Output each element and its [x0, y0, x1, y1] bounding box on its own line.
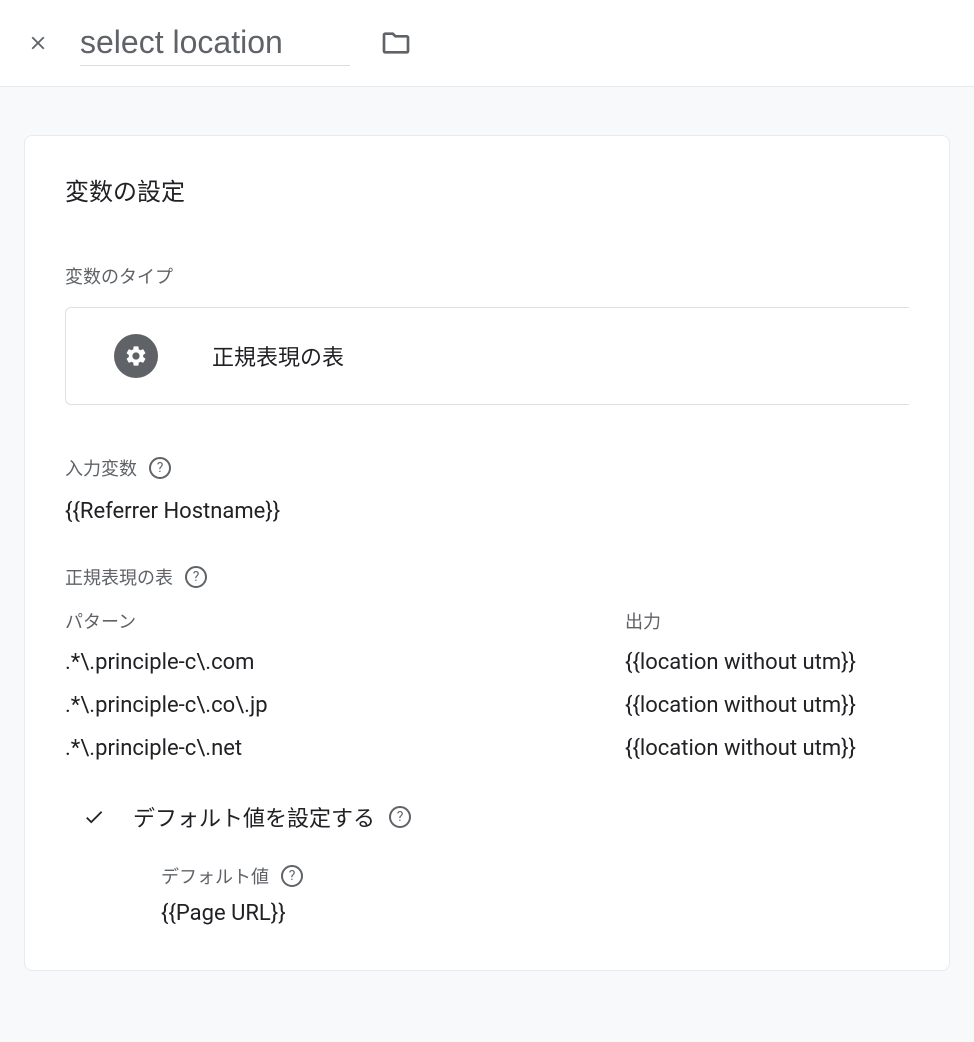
table-row: .*\.principle-c\.net {{location without … — [65, 736, 909, 761]
title-input[interactable] — [80, 20, 350, 66]
default-value: {{Page URL}} — [161, 901, 909, 926]
pattern-cell: .*\.principle-c\.co\.jp — [65, 693, 625, 718]
input-variable-value: {{Referrer Hostname}} — [65, 499, 909, 524]
default-checkbox-label: デフォルト値を設定する ? — [133, 801, 411, 833]
folder-icon — [378, 27, 414, 59]
default-value-label-text: デフォルト値 — [161, 863, 269, 889]
table-row: .*\.principle-c\.com {{location without … — [65, 650, 909, 675]
input-variable-label-text: 入力変数 — [65, 455, 137, 481]
variable-type-label: 変数のタイプ — [65, 263, 909, 289]
gear-icon-circle — [114, 334, 158, 378]
default-checkbox-label-text: デフォルト値を設定する — [133, 801, 375, 833]
content-area: 変数の設定 変数のタイプ 正規表現の表 入力変数 ? {{Referrer Ho… — [0, 87, 974, 971]
variable-type-value: 正規表現の表 — [212, 340, 344, 372]
section-title: 変数の設定 — [65, 172, 909, 207]
variable-type-selector[interactable]: 正規表現の表 — [65, 307, 909, 405]
default-value-section: デフォルト値 ? {{Page URL}} — [65, 863, 909, 926]
pattern-cell: .*\.principle-c\.net — [65, 736, 625, 761]
regex-table-section: 正規表現の表 ? パターン 出力 .*\.principle-c\.com {{… — [65, 564, 909, 926]
output-cell: {{location without utm}} — [625, 650, 909, 675]
regex-table-label: 正規表現の表 ? — [65, 564, 909, 590]
variable-config-card: 変数の設定 変数のタイプ 正規表現の表 入力変数 ? {{Referrer Ho… — [24, 135, 950, 971]
pattern-cell: .*\.principle-c\.com — [65, 650, 625, 675]
default-value-label: デフォルト値 ? — [161, 863, 909, 889]
column-header-pattern: パターン — [65, 608, 625, 634]
close-icon — [27, 32, 49, 54]
column-header-output: 出力 — [625, 608, 909, 634]
folder-button[interactable] — [378, 27, 414, 59]
output-cell: {{location without utm}} — [625, 736, 909, 761]
help-icon[interactable]: ? — [149, 457, 171, 479]
regex-table-label-text: 正規表現の表 — [65, 564, 173, 590]
help-icon[interactable]: ? — [281, 865, 303, 887]
table-header: パターン 出力 — [65, 608, 909, 634]
gear-icon — [124, 344, 148, 368]
output-cell: {{location without utm}} — [625, 693, 909, 718]
table-row: .*\.principle-c\.co\.jp {{location witho… — [65, 693, 909, 718]
header-bar — [0, 0, 974, 87]
help-icon[interactable]: ? — [389, 806, 411, 828]
default-value-checkbox-row[interactable]: デフォルト値を設定する ? — [65, 801, 909, 833]
help-icon[interactable]: ? — [185, 566, 207, 588]
input-variable-label: 入力変数 ? — [65, 455, 909, 481]
close-button[interactable] — [24, 29, 52, 57]
check-icon — [81, 804, 107, 830]
